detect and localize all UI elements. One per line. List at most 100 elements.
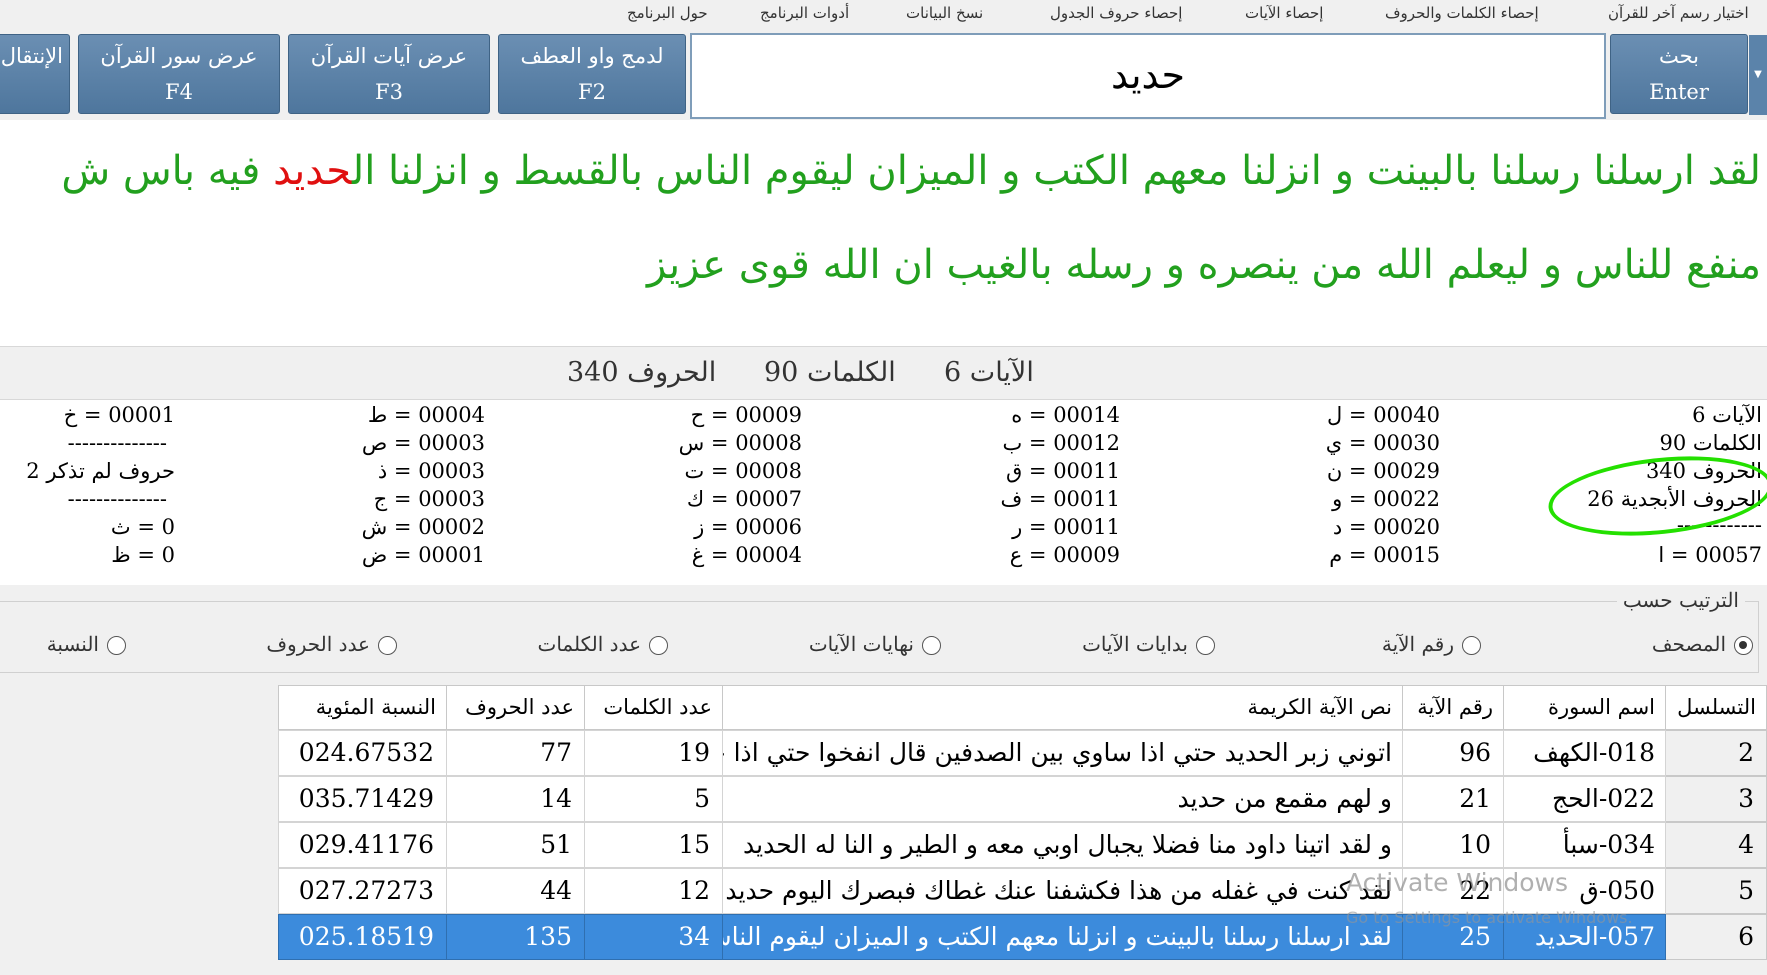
sort-option-ayah-number[interactable]: رقم الآية (1382, 632, 1481, 656)
stat-divider: -------------- (67, 487, 167, 511)
show-suras-button[interactable]: عرض سور القرآن F4 (78, 34, 280, 114)
dropdown-arrow-icon[interactable]: ▼ (1749, 35, 1767, 115)
total-letters: الحروف 340 (567, 357, 717, 388)
radio-selected-icon[interactable] (1734, 636, 1753, 655)
menu-item-about[interactable]: حول البرنامج (627, 4, 708, 22)
sort-option-percentage[interactable]: النسبة (47, 632, 126, 656)
search-button[interactable]: بحث Enter (1610, 34, 1748, 114)
stat-missing-letters: حروف لم تذكر 2 (26, 459, 175, 483)
radio-icon[interactable] (1462, 636, 1481, 655)
sort-panel: الترتيب حسب المصحف رقم الآية بدايات الآي… (0, 585, 1767, 685)
radio-icon[interactable] (1196, 636, 1215, 655)
radio-icon[interactable] (378, 636, 397, 655)
col-header-sura[interactable]: اسم السورة (1503, 685, 1666, 730)
results-table: التسلسل اسم السورة رقم الآية نص الآية ال… (0, 685, 1767, 975)
col-header-seq[interactable]: التسلسل (1665, 685, 1767, 730)
radio-label: نهايات الآيات (808, 632, 914, 656)
radio-icon[interactable] (107, 636, 126, 655)
cell-ayah: 22 (1402, 868, 1504, 914)
stat-letter: 00029 = ن (1326, 459, 1440, 483)
letter-stats-panel: الآيات 6 الكلمات 90 الحروف 340 الحروف ال… (0, 400, 1767, 585)
col-header-letters[interactable]: عدد الحروف (446, 685, 585, 730)
stat-summary-words: الكلمات 90 (1659, 431, 1762, 455)
stat-letter: 00020 = د (1332, 515, 1440, 539)
stat-letter: 00011 = ر (1012, 515, 1120, 539)
stat-letter: 00015 = م (1329, 543, 1440, 567)
total-words: الكلمات 90 (764, 357, 896, 388)
cell-text: لقد كنت في غفله من هذا فكشفنا عنك غطاك ف… (722, 868, 1403, 914)
stat-summary-divider: ------------ (1676, 513, 1762, 537)
radio-label: بدايات الآيات (1082, 632, 1188, 656)
menu-item-ayat-stats[interactable]: إحصاء الآيات (1245, 4, 1323, 22)
cell-ayah: 21 (1402, 776, 1504, 822)
merge-waw-label: لدمج واو العطف (520, 44, 664, 68)
search-button-label: بحث (1658, 44, 1700, 68)
sort-option-mushaf[interactable]: المصحف (1652, 632, 1753, 656)
stat-letter: 00009 = ع (1009, 543, 1120, 567)
cell-letters: 14 (446, 776, 585, 822)
verse-display: لقد ارسلنا رسلنا بالبينت و انزلنا معهم ا… (0, 122, 1767, 344)
col-header-percent[interactable]: النسبة المئوية (278, 685, 447, 730)
col-header-words[interactable]: عدد الكلمات (584, 685, 723, 730)
cell-sura: 018-الكهف (1503, 730, 1666, 776)
cell-words: 12 (584, 868, 723, 914)
col-header-text[interactable]: نص الآية الكريمة (722, 685, 1403, 730)
show-suras-shortcut: F4 (165, 80, 193, 104)
verse-line-2: منفع للناس و ليعلم الله من ينصره و رسله … (646, 242, 1761, 288)
radio-label: النسبة (46, 632, 99, 656)
cell-letters: 51 (446, 822, 585, 868)
sort-legend: الترتيب حسب (1616, 588, 1745, 612)
radio-icon[interactable] (649, 636, 668, 655)
cell-words: 15 (584, 822, 723, 868)
radio-label: عدد الكلمات (537, 632, 642, 656)
stat-letter: 00011 = ف (1000, 487, 1120, 511)
stat-letter: 00011 = ق (1005, 459, 1120, 483)
stat-letter: 00003 = ج (373, 487, 485, 511)
stat-letter: 00001 = خ (63, 403, 175, 427)
stat-letter: 00057 = ا (1658, 543, 1762, 567)
stat-letter: 0 = ث (110, 515, 175, 539)
verse-text-end: فيه باس ش (61, 148, 274, 194)
stat-letter: 00022 = و (1332, 487, 1440, 511)
goto-button[interactable]: الإنتقال (0, 34, 70, 114)
stat-letter: 00004 = غ (691, 543, 802, 567)
cell-letters: 135 (446, 914, 585, 960)
cell-text: اتوني زبر الحديد حتي اذا ساوي بين الصدفي… (722, 730, 1403, 776)
cell-ayah: 10 (1402, 822, 1504, 868)
show-ayat-button[interactable]: عرض آيات القرآن F3 (288, 34, 490, 114)
menu-item-table-letter-stats[interactable]: إحصاء حروف الجدول (1050, 4, 1182, 22)
verse-line-1: لقد ارسلنا رسلنا بالبينت و انزلنا معهم ا… (61, 148, 1761, 194)
merge-waw-button[interactable]: لدمج واو العطف F2 (498, 34, 686, 114)
totals-bar: الآيات 6 الكلمات 90 الحروف 340 (0, 346, 1767, 400)
sort-option-word-count[interactable]: عدد الكلمات (537, 632, 668, 656)
radio-label: المصحف (1651, 632, 1726, 656)
cell-seq: 6 (1665, 914, 1767, 960)
radio-icon[interactable] (922, 636, 941, 655)
col-header-ayah[interactable]: رقم الآية (1402, 685, 1504, 730)
search-button-shortcut: Enter (1649, 80, 1709, 104)
stat-summary-ayat: الآيات 6 (1692, 403, 1762, 427)
merge-waw-shortcut: F2 (578, 80, 606, 104)
stat-letter: 00002 = ش (361, 515, 485, 539)
cell-text: و لقد اتينا داود منا فضلا يجبال اوبي معه… (722, 822, 1403, 868)
sort-option-ayah-starts[interactable]: بدايات الآيات (1082, 632, 1215, 656)
cell-letters: 77 (446, 730, 585, 776)
cell-ayah: 25 (1402, 914, 1504, 960)
cell-seq: 2 (1665, 730, 1767, 776)
menu-item-choose-script[interactable]: اختيار رسم آخر للقرآن (1608, 4, 1749, 22)
show-suras-label: عرض سور القرآن (100, 44, 258, 68)
cell-percent: 029.41176 (278, 822, 447, 868)
stat-letter: 00007 = ك (686, 487, 802, 511)
sort-option-ayah-ends[interactable]: نهايات الآيات (809, 632, 941, 656)
search-input[interactable]: حديد (690, 33, 1606, 119)
goto-button-label: الإنتقال (0, 44, 63, 68)
cell-letters: 44 (446, 868, 585, 914)
stat-summary-letters: الحروف 340 (1645, 459, 1762, 483)
verse-text: لقد ارسلنا رسلنا بالبينت و انزلنا معهم ا… (352, 148, 1761, 194)
menu-item-tools[interactable]: أدوات البرنامج (760, 4, 849, 22)
cell-percent: 025.18519 (278, 914, 447, 960)
total-ayat: الآيات 6 (944, 357, 1034, 388)
menu-item-copy-data[interactable]: نسخ البيانات (906, 4, 983, 22)
sort-option-letter-count[interactable]: عدد الحروف (266, 632, 397, 656)
menu-item-word-letter-stats[interactable]: إحصاء الكلمات والحروف (1385, 4, 1539, 22)
